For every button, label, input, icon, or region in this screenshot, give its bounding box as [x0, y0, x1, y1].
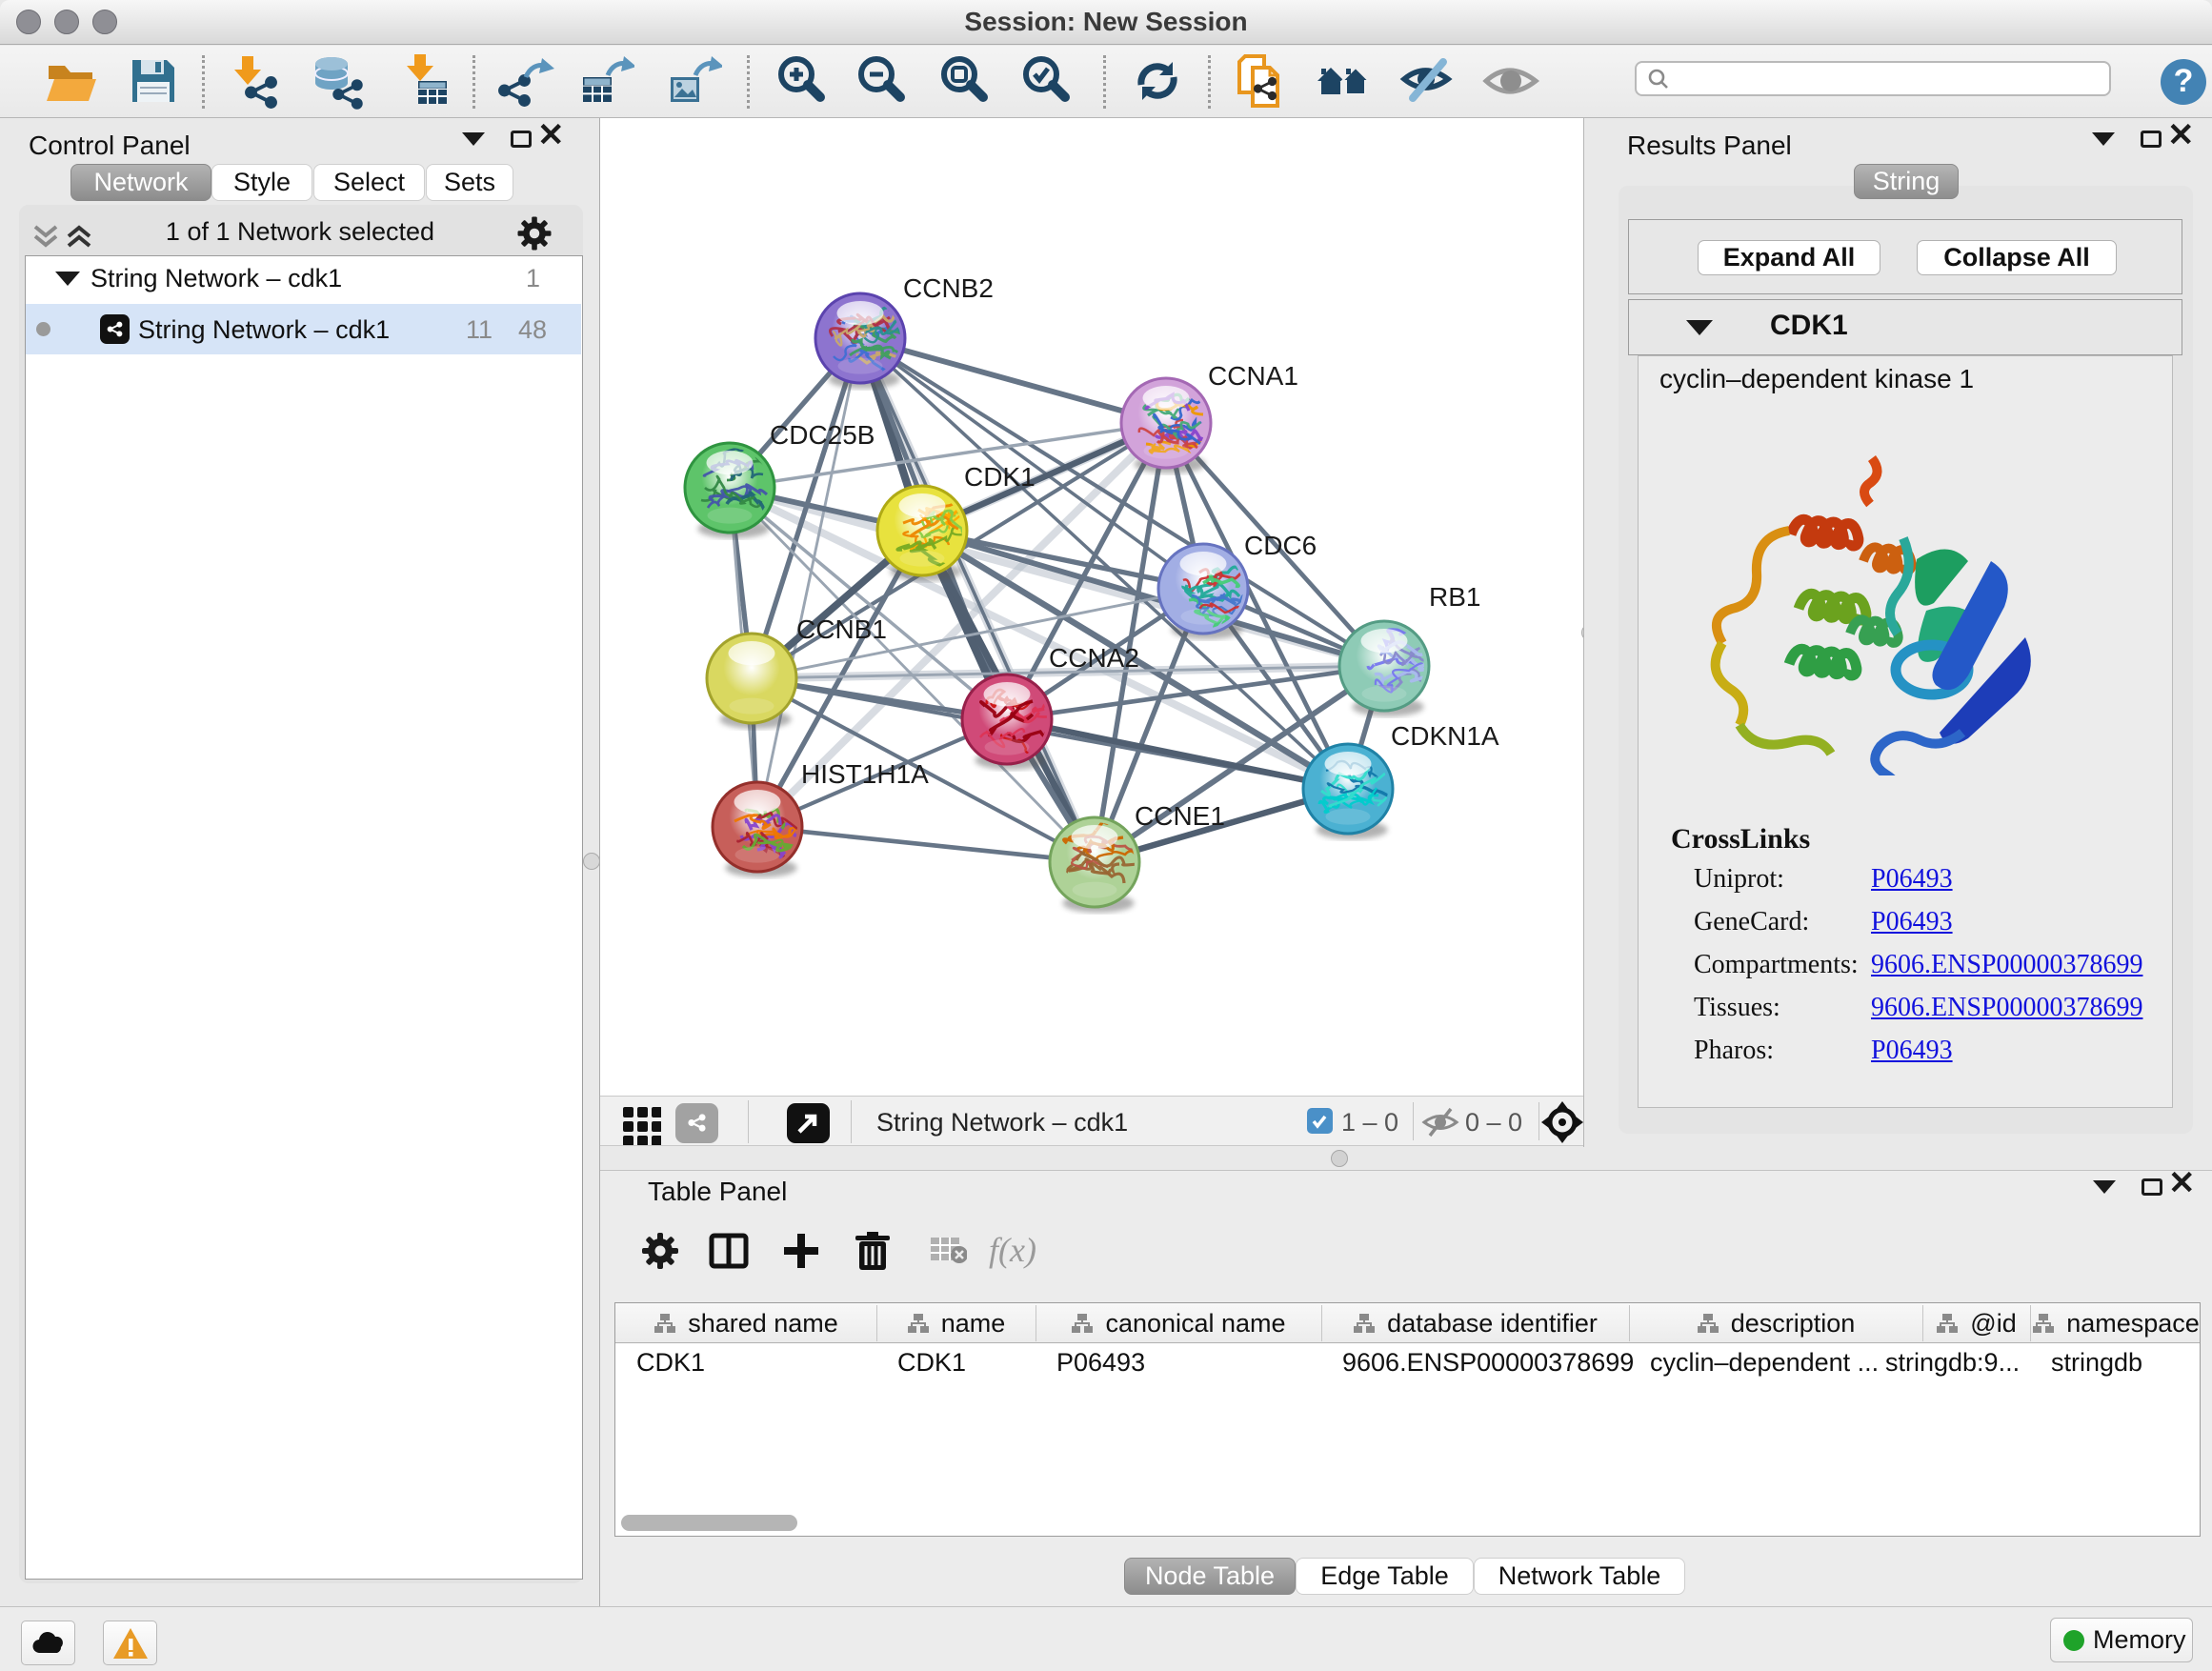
- svg-text:CCNB1: CCNB1: [796, 614, 887, 644]
- svg-text:RB1: RB1: [1429, 582, 1480, 612]
- svg-text:CDC25B: CDC25B: [770, 420, 875, 450]
- svg-text:CCNB2: CCNB2: [903, 273, 994, 303]
- svg-text:HIST1H1A: HIST1H1A: [801, 759, 929, 789]
- svg-text:CDC6: CDC6: [1244, 531, 1317, 560]
- svg-text:CDKN1A: CDKN1A: [1391, 721, 1499, 751]
- svg-text:CCNE1: CCNE1: [1135, 801, 1225, 831]
- svg-text:CCNA2: CCNA2: [1049, 643, 1139, 673]
- svg-text:CCNA1: CCNA1: [1208, 361, 1298, 391]
- svg-text:CDK1: CDK1: [964, 462, 1036, 492]
